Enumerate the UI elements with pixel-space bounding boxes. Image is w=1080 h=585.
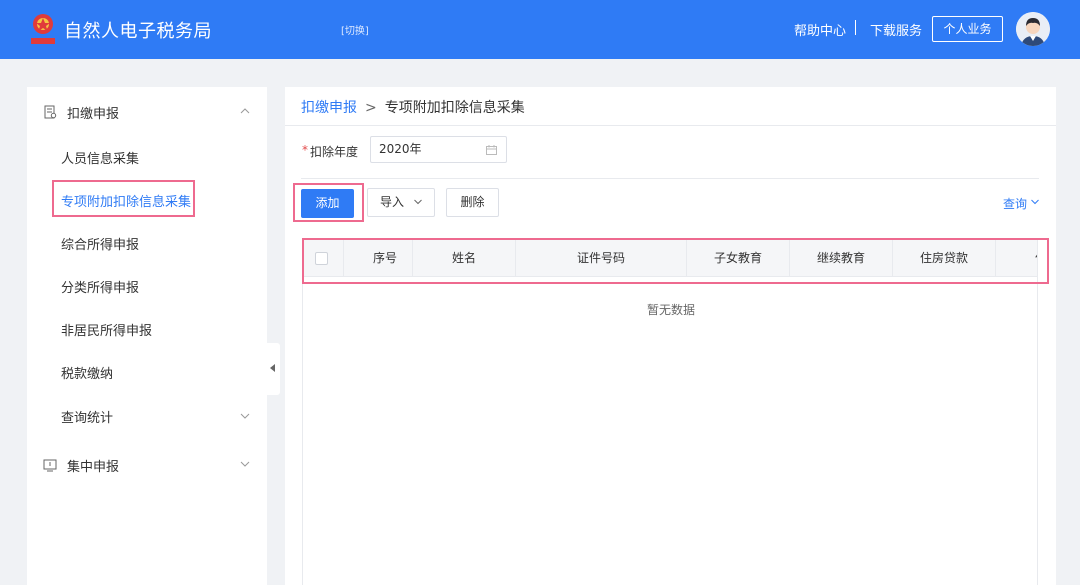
monitor-icon	[43, 459, 57, 472]
switch-link[interactable]: [切换]	[341, 22, 369, 37]
sidebar-group-withholding[interactable]: 扣缴申报	[27, 100, 267, 124]
delete-button[interactable]: 删除	[446, 188, 499, 217]
document-icon	[44, 105, 57, 119]
empty-state-text: 暂无数据	[646, 303, 695, 317]
sidebar-item-nonresident-income[interactable]: 非居民所得申报	[61, 320, 152, 339]
user-avatar-icon[interactable]	[1016, 12, 1050, 46]
breadcrumb: 扣缴申报 > 专项附加扣除信息采集	[301, 97, 525, 117]
divider	[301, 178, 1039, 179]
import-dropdown-button[interactable]: 导入	[367, 188, 435, 217]
breadcrumb-current: 专项附加扣除信息采集	[384, 100, 525, 116]
app-title: 自然人电子税务局	[64, 21, 212, 42]
sidebar-group-centralized[interactable]: 集中申报	[27, 453, 267, 477]
chevron-down-icon	[240, 413, 250, 419]
nav-divider	[855, 20, 856, 35]
help-center-link[interactable]: 帮助中心	[794, 20, 846, 39]
query-toggle[interactable]: 查询	[1003, 195, 1039, 212]
tax-emblem-icon	[31, 14, 55, 44]
query-label: 查询	[1003, 197, 1028, 211]
chevron-up-icon	[240, 108, 250, 114]
sidebar-item-personnel-info[interactable]: 人员信息采集	[61, 148, 139, 167]
chevron-down-icon	[240, 461, 250, 467]
main-panel: 扣缴申报 > 专项附加扣除信息采集 * 扣除年度 2020年 添加 导入 删除 查询	[285, 87, 1056, 585]
top-header: 自然人电子税务局 [切换] 帮助中心 下载服务 个人业务	[0, 0, 1080, 59]
highlight-box-add	[293, 183, 364, 222]
sidebar-group-label: 扣缴申报	[67, 107, 120, 122]
sidebar-item-classified-income[interactable]: 分类所得申报	[61, 277, 139, 296]
download-service-link[interactable]: 下载服务	[870, 20, 922, 39]
calendar-icon	[486, 145, 497, 155]
chevron-down-icon	[414, 199, 422, 205]
divider	[285, 125, 1056, 126]
sidebar-item-tax-payment[interactable]: 税款缴纳	[61, 363, 113, 382]
highlight-box-table-header	[302, 238, 1049, 284]
breadcrumb-separator: >	[365, 100, 377, 116]
sidebar-collapse-handle[interactable]	[267, 343, 280, 395]
required-mark: *	[302, 143, 308, 157]
data-table: 序号 姓名 证件号码 子女教育 继续教育 住房贷款 住房 暂无数据	[302, 239, 1038, 585]
sidebar: 扣缴申报 人员信息采集 专项附加扣除信息采集 综合所得申报 分类所得申报 非居民…	[27, 87, 267, 585]
import-label: 导入	[380, 195, 405, 209]
personal-business-button[interactable]: 个人业务	[932, 16, 1003, 42]
breadcrumb-root[interactable]: 扣缴申报	[301, 100, 357, 116]
sidebar-group-label: 集中申报	[67, 460, 120, 475]
caret-left-icon	[270, 364, 275, 372]
sidebar-item-comprehensive-income[interactable]: 综合所得申报	[61, 234, 139, 253]
deduction-year-value: 2020年	[379, 142, 422, 156]
chevron-down-icon	[1031, 199, 1039, 205]
highlight-box-sidebar	[52, 180, 195, 217]
deduction-year-picker[interactable]: 2020年	[370, 136, 507, 163]
deduction-year-label: 扣除年度	[310, 145, 359, 159]
sidebar-item-label: 查询统计	[61, 411, 114, 426]
sidebar-item-query-stats[interactable]: 查询统计	[61, 407, 251, 426]
